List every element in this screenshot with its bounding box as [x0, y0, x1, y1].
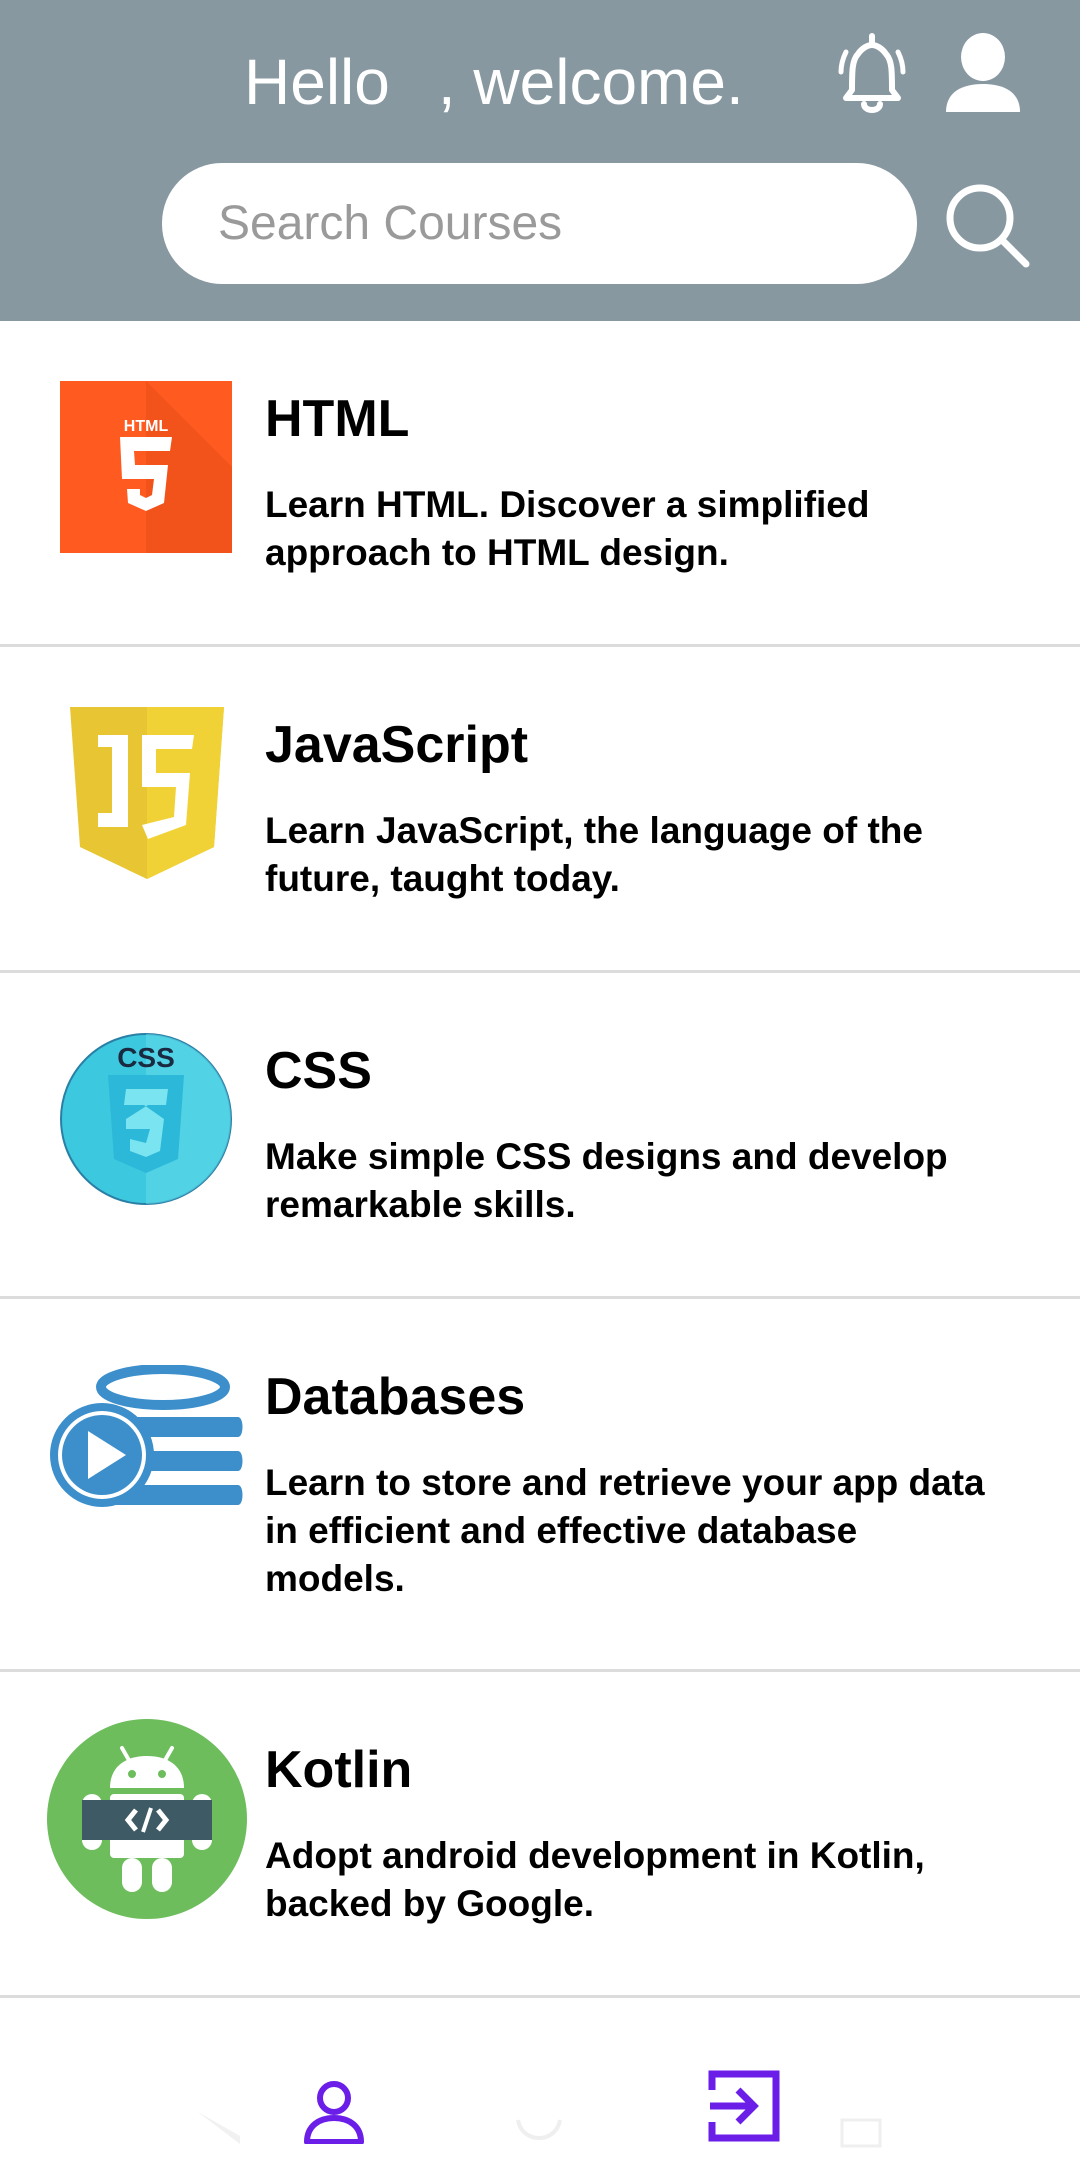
css3-logo-icon: CSS [60, 1033, 232, 1205]
course-title: HTML [265, 390, 410, 448]
course-text-javascript: JavaScript Learn JavaScript, the languag… [265, 713, 1005, 903]
course-item-databases[interactable]: Databases Learn to store and retrieve yo… [0, 1299, 1080, 1672]
course-title: Kotlin [265, 1741, 413, 1799]
course-item-css[interactable]: CSS CSS Make simple CSS designs and deve… [0, 973, 1080, 1299]
course-list: HTML HTML Learn HTML. Discover a simplif… [0, 321, 1080, 1998]
course-text-css: CSS Make simple CSS designs and develop … [265, 1039, 1005, 1229]
search-icon[interactable] [944, 182, 1030, 268]
system-home-icon[interactable] [516, 2116, 562, 2148]
bell-icon[interactable] [838, 32, 906, 118]
course-description: Learn HTML. Discover a simplified approa… [265, 484, 870, 573]
course-title: Databases [265, 1368, 526, 1426]
user-avatar-icon[interactable] [944, 32, 1022, 116]
js-logo-icon [70, 707, 224, 879]
course-title: CSS [265, 1042, 372, 1100]
header-bar: Hello , welcome. [0, 0, 1080, 321]
course-text-databases: Databases Learn to store and retrieve yo… [265, 1365, 1005, 1603]
course-text-kotlin: Kotlin Adopt android development in Kotl… [265, 1738, 1005, 1928]
svg-text:CSS: CSS [117, 1042, 175, 1073]
profile-icon[interactable] [303, 2080, 365, 2144]
course-title: JavaScript [265, 716, 529, 774]
course-item-html[interactable]: HTML HTML Learn HTML. Discover a simplif… [0, 321, 1080, 647]
course-item-kotlin[interactable]: Kotlin Adopt android development in Kotl… [0, 1672, 1080, 1998]
svg-text:HTML: HTML [124, 418, 169, 435]
course-description: Make simple CSS designs and develop rema… [265, 1136, 948, 1225]
greeting: Hello , welcome. [244, 42, 744, 122]
course-item-javascript[interactable]: JavaScript Learn JavaScript, the languag… [0, 647, 1080, 973]
android-code-icon [47, 1719, 247, 1919]
app-screen: Hello , welcome. HTML [0, 0, 1080, 2160]
course-description: Learn JavaScript, the language of the fu… [265, 810, 923, 899]
greeting-welcome: , welcome. [437, 46, 744, 118]
html5-logo-icon: HTML [60, 381, 232, 553]
system-back-icon[interactable] [196, 2108, 242, 2148]
logout-icon[interactable] [708, 2070, 780, 2142]
course-description: Adopt android development in Kotlin, bac… [265, 1835, 925, 1924]
course-description: Learn to store and retrieve your app dat… [265, 1462, 985, 1599]
search-input[interactable] [162, 163, 917, 284]
bottom-nav [0, 1998, 1080, 2160]
greeting-hello: Hello [244, 46, 390, 118]
system-recent-icon[interactable] [840, 2118, 882, 2148]
database-play-icon [50, 1365, 243, 1507]
course-text-html: HTML Learn HTML. Discover a simplified a… [265, 387, 1005, 577]
